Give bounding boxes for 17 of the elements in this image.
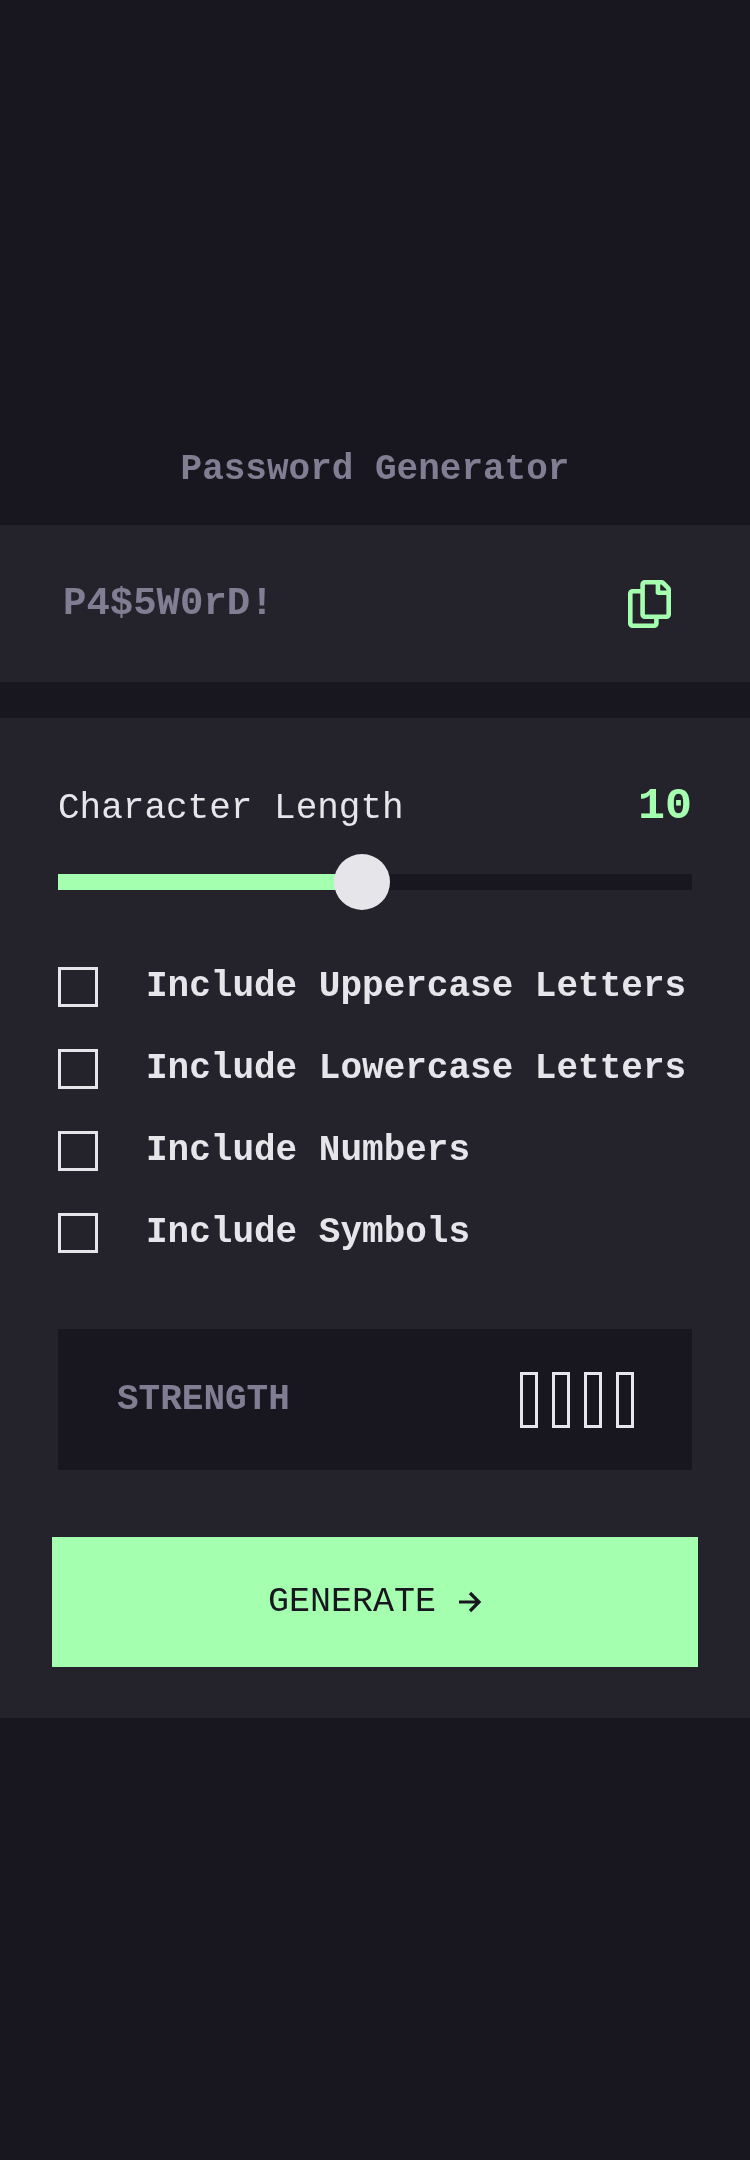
generate-button[interactable]: GENERATE <box>52 1537 698 1667</box>
app-title: Password Generator <box>179 448 571 491</box>
copy-button[interactable] <box>628 579 671 628</box>
option-label: Include Numbers <box>146 1129 471 1172</box>
arrow-right-icon <box>458 1591 482 1613</box>
option-label: Include Symbols <box>146 1211 471 1254</box>
checkbox[interactable] <box>58 1130 98 1171</box>
checkbox[interactable] <box>58 1048 98 1089</box>
length-value: 10 <box>638 780 692 834</box>
checkbox[interactable] <box>58 1212 98 1253</box>
checkbox[interactable] <box>58 966 98 1007</box>
password-field[interactable]: P4$5W0rD! <box>63 580 608 627</box>
option-label: Include Uppercase Letters <box>146 965 687 1008</box>
strength-label: STRENGTH <box>117 1378 290 1421</box>
option-label: Include Lowercase Letters <box>146 1047 687 1090</box>
copy-icon <box>628 579 671 628</box>
length-label: Character Length <box>58 787 404 830</box>
